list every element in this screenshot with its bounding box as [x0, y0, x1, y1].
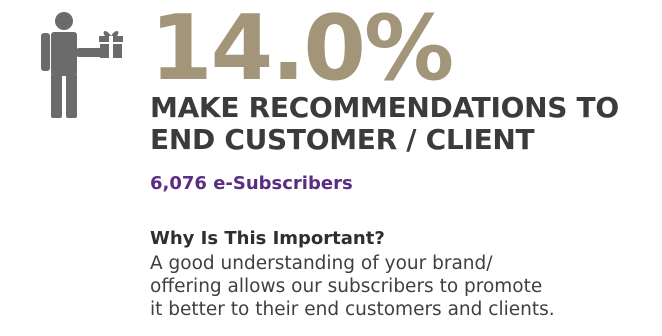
- why-body: A good understanding of your brand/ offe…: [150, 252, 660, 321]
- why-heading: Why Is This Important?: [150, 228, 385, 249]
- headline-line-1: MAKE RECOMMENDATIONS TO: [150, 91, 619, 124]
- why-line: it better to their end customers and cli…: [150, 299, 555, 320]
- person-with-gift-icon: [30, 12, 130, 118]
- stat-percentage: 14.0%: [150, 0, 454, 101]
- why-line: A good understanding of your brand/: [150, 253, 493, 274]
- why-line: offering allows our subscribers to promo…: [150, 276, 543, 297]
- headline: MAKE RECOMMENDATIONS TO END CUSTOMER / C…: [150, 92, 650, 156]
- headline-line-2: END CUSTOMER / CLIENT: [150, 123, 535, 156]
- subscriber-count: 6,076 e-Subscribers: [150, 173, 353, 194]
